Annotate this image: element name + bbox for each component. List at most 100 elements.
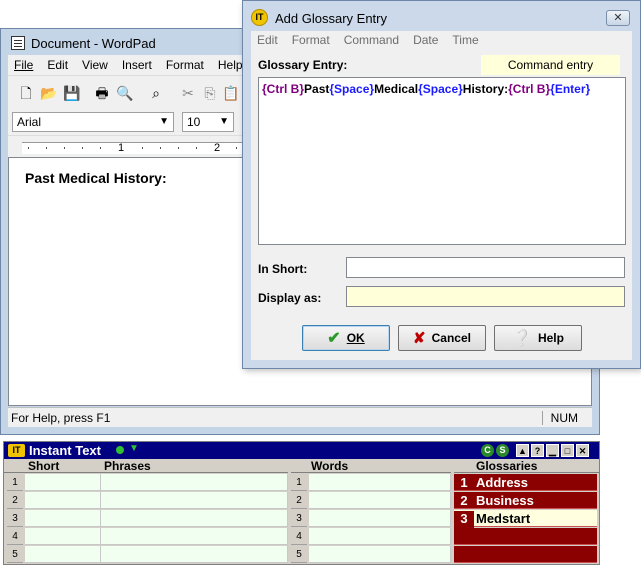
dialog-title: Add Glossary Entry <box>275 11 387 26</box>
row-number: 1 <box>7 474 23 491</box>
dialog-menu-edit[interactable]: Edit <box>257 33 278 47</box>
add-glossary-dialog: IT Add Glossary Entry ✕ Edit Format Comm… <box>242 0 641 369</box>
ok-button[interactable]: ✔ OK <box>302 325 390 351</box>
paste-icon[interactable]: 📋 <box>222 85 239 101</box>
ruler-tick <box>64 147 65 149</box>
dialog-menu-time[interactable]: Time <box>452 33 478 47</box>
help-button-small[interactable]: ? <box>531 444 544 457</box>
copy-icon[interactable]: ⎘ <box>202 85 218 101</box>
glossary-name: Medstart <box>476 511 531 526</box>
glossary-number: 2 <box>460 493 468 508</box>
help-button[interactable]: ❔ Help <box>494 325 582 351</box>
wordpad-statusbar: For Help, press F1 NUM <box>8 407 592 427</box>
short-cell[interactable] <box>25 474 101 491</box>
cancel-label: Cancel <box>431 331 471 345</box>
up-arrow-icon[interactable]: ▲ <box>516 444 529 457</box>
wordpad-document-icon <box>11 36 25 50</box>
ctrl-c-button[interactable]: C <box>481 444 494 457</box>
dialog-menu-format[interactable]: Format <box>292 33 330 47</box>
cancel-button[interactable]: ✘ Cancel <box>398 325 486 351</box>
word-cell[interactable] <box>309 546 451 563</box>
help-question-icon: ❔ <box>512 330 532 347</box>
word-cell[interactable] <box>309 492 451 509</box>
font-size-value: 10 <box>187 115 201 129</box>
phrase-cell[interactable] <box>101 474 288 491</box>
ruler-tick <box>28 147 29 149</box>
open-folder-icon[interactable]: 📂 <box>40 85 57 101</box>
phrase-cell[interactable] <box>101 546 288 563</box>
dialog-menu-date[interactable]: Date <box>413 33 438 47</box>
find-binoculars-icon[interactable]: ⌕ <box>148 85 164 101</box>
print-preview-icon[interactable]: 🔍 <box>116 85 133 101</box>
glossary-item-medstart[interactable]: 3 Medstart <box>454 510 597 528</box>
menu-view[interactable]: View <box>82 58 108 72</box>
save-disk-icon[interactable]: 💾 <box>63 85 80 101</box>
glossary-item-address[interactable]: 1 Address <box>454 474 597 491</box>
ruler-number: 2 <box>214 142 221 154</box>
font-size-select[interactable]: 10 ▼ <box>182 112 234 132</box>
words-grid-header: Words <box>291 459 451 473</box>
menu-insert[interactable]: Insert <box>122 58 152 72</box>
glossary-name: Address <box>476 475 529 490</box>
entry-command-token: {Ctrl B} <box>508 82 551 96</box>
glossary-item-empty[interactable] <box>454 528 597 545</box>
ok-label: OK <box>346 331 365 345</box>
row-number: 4 <box>291 528 307 545</box>
short-cell[interactable] <box>25 492 101 509</box>
word-cell[interactable] <box>309 474 451 491</box>
menu-help[interactable]: Help <box>218 58 243 72</box>
ctrl-s-button[interactable]: S <box>496 444 509 457</box>
dialog-body: Glossary Entry: Command entry {Ctrl B}Pa… <box>251 49 632 360</box>
glossary-entry-label: Glossary Entry: <box>258 58 348 72</box>
instant-text-title: Instant Text <box>29 443 101 458</box>
short-cell[interactable] <box>25 528 101 545</box>
menu-edit[interactable]: Edit <box>47 58 68 72</box>
status-help-text: For Help, press F1 <box>11 411 111 425</box>
display-as-input[interactable] <box>346 286 625 307</box>
phrase-cell[interactable] <box>101 492 288 509</box>
row-number: 2 <box>291 492 307 509</box>
minimize-icon[interactable]: ▁ <box>546 444 559 457</box>
phrase-cell[interactable] <box>101 528 288 545</box>
check-icon: ✔ <box>327 330 341 347</box>
print-icon[interactable]: 🖶 <box>94 85 110 101</box>
entry-command-token: {Ctrl B} <box>262 82 305 96</box>
entry-command-token: {Space} <box>329 82 375 96</box>
close-button[interactable]: ✕ <box>606 10 630 26</box>
dialog-menu-command[interactable]: Command <box>344 33 399 47</box>
command-entry-indicator: Command entry <box>481 55 620 75</box>
ruler-tick <box>142 147 143 149</box>
ruler-tick <box>160 147 161 149</box>
glossary-item-empty[interactable] <box>454 546 597 563</box>
menu-format[interactable]: Format <box>166 58 204 72</box>
word-cell[interactable] <box>309 510 451 527</box>
short-cell[interactable] <box>25 546 101 563</box>
new-document-icon[interactable]: 🗋 <box>18 85 34 101</box>
glossary-number: 3 <box>454 511 474 528</box>
word-cell[interactable] <box>309 528 451 545</box>
phrase-cell[interactable] <box>101 510 288 527</box>
row-number: 3 <box>7 510 23 527</box>
instant-text-header[interactable]: IT Instant Text ▼ C S ▲ ? ▁ □ ✕ <box>4 442 599 459</box>
cut-icon[interactable]: ✂ <box>180 85 196 101</box>
ruler-tick <box>82 147 83 149</box>
col-glossaries-header: Glossaries <box>476 459 538 473</box>
glossary-name: Business <box>476 493 534 508</box>
glossaries-grid-header: Glossaries <box>454 459 599 473</box>
close-icon[interactable]: ✕ <box>576 444 589 457</box>
ruler-tick <box>196 147 197 149</box>
glossary-entry-textarea[interactable]: {Ctrl B}Past{Space}Medical{Space}History… <box>258 77 626 245</box>
menu-file[interactable]: File <box>14 58 33 72</box>
font-name-select[interactable]: Arial ▼ <box>12 112 174 132</box>
green-dropdown-icon[interactable]: ▼ <box>129 443 139 454</box>
glossary-item-business[interactable]: 2 Business <box>454 492 597 509</box>
row-number: 3 <box>291 510 307 527</box>
entry-command-token: {Space} <box>418 82 463 96</box>
wordpad-title: Document - WordPad <box>31 36 156 51</box>
col-words-header: Words <box>311 459 349 473</box>
maximize-icon[interactable]: □ <box>561 444 574 457</box>
dialog-titlebar[interactable]: IT Add Glossary Entry ✕ <box>243 1 640 31</box>
short-cell[interactable] <box>25 510 101 527</box>
document-text: Past Medical History: <box>25 170 167 186</box>
in-short-input[interactable] <box>346 257 625 278</box>
